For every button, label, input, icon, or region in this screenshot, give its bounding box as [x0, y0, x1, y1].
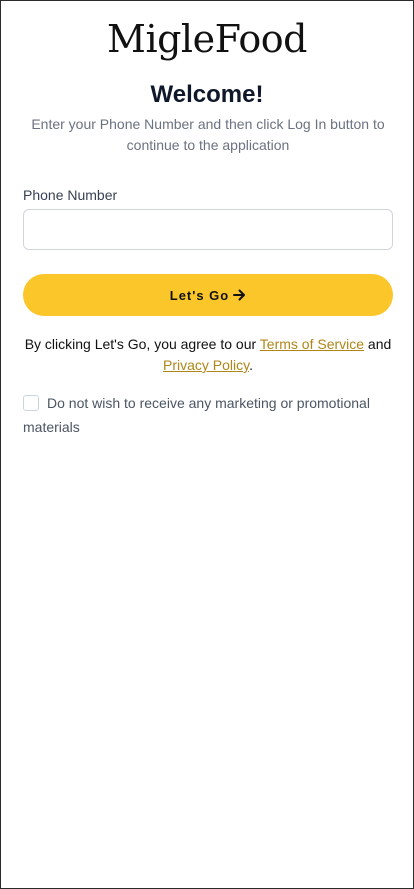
terms-suffix: .	[249, 357, 253, 373]
welcome-subtitle: Enter your Phone Number and then click L…	[31, 116, 385, 153]
lets-go-button[interactable]: Let's Go	[23, 274, 393, 316]
terms-middle: and	[364, 336, 392, 352]
privacy-policy-link[interactable]: Privacy Policy	[163, 357, 249, 373]
arrow-right-icon	[233, 289, 246, 301]
login-screen: MigleFood Welcome! Enter your Phone Numb…	[0, 0, 414, 889]
terms-agreement: By clicking Let's Go, you agree to our T…	[23, 334, 393, 376]
phone-number-input[interactable]	[23, 209, 393, 250]
marketing-optout-label[interactable]: Do not wish to receive any marketing or …	[23, 395, 370, 435]
terms-of-service-link[interactable]: Terms of Service	[260, 336, 364, 352]
app-logo: MigleFood	[107, 17, 307, 61]
terms-prefix: By clicking Let's Go, you agree to our	[24, 336, 260, 352]
lets-go-label: Let's Go	[169, 287, 230, 303]
marketing-optout: Do not wish to receive any marketing or …	[23, 391, 393, 439]
welcome-title: Welcome!	[150, 81, 264, 108]
marketing-optout-checkbox[interactable]	[23, 395, 39, 411]
phone-number-label: Phone Number	[23, 187, 118, 203]
